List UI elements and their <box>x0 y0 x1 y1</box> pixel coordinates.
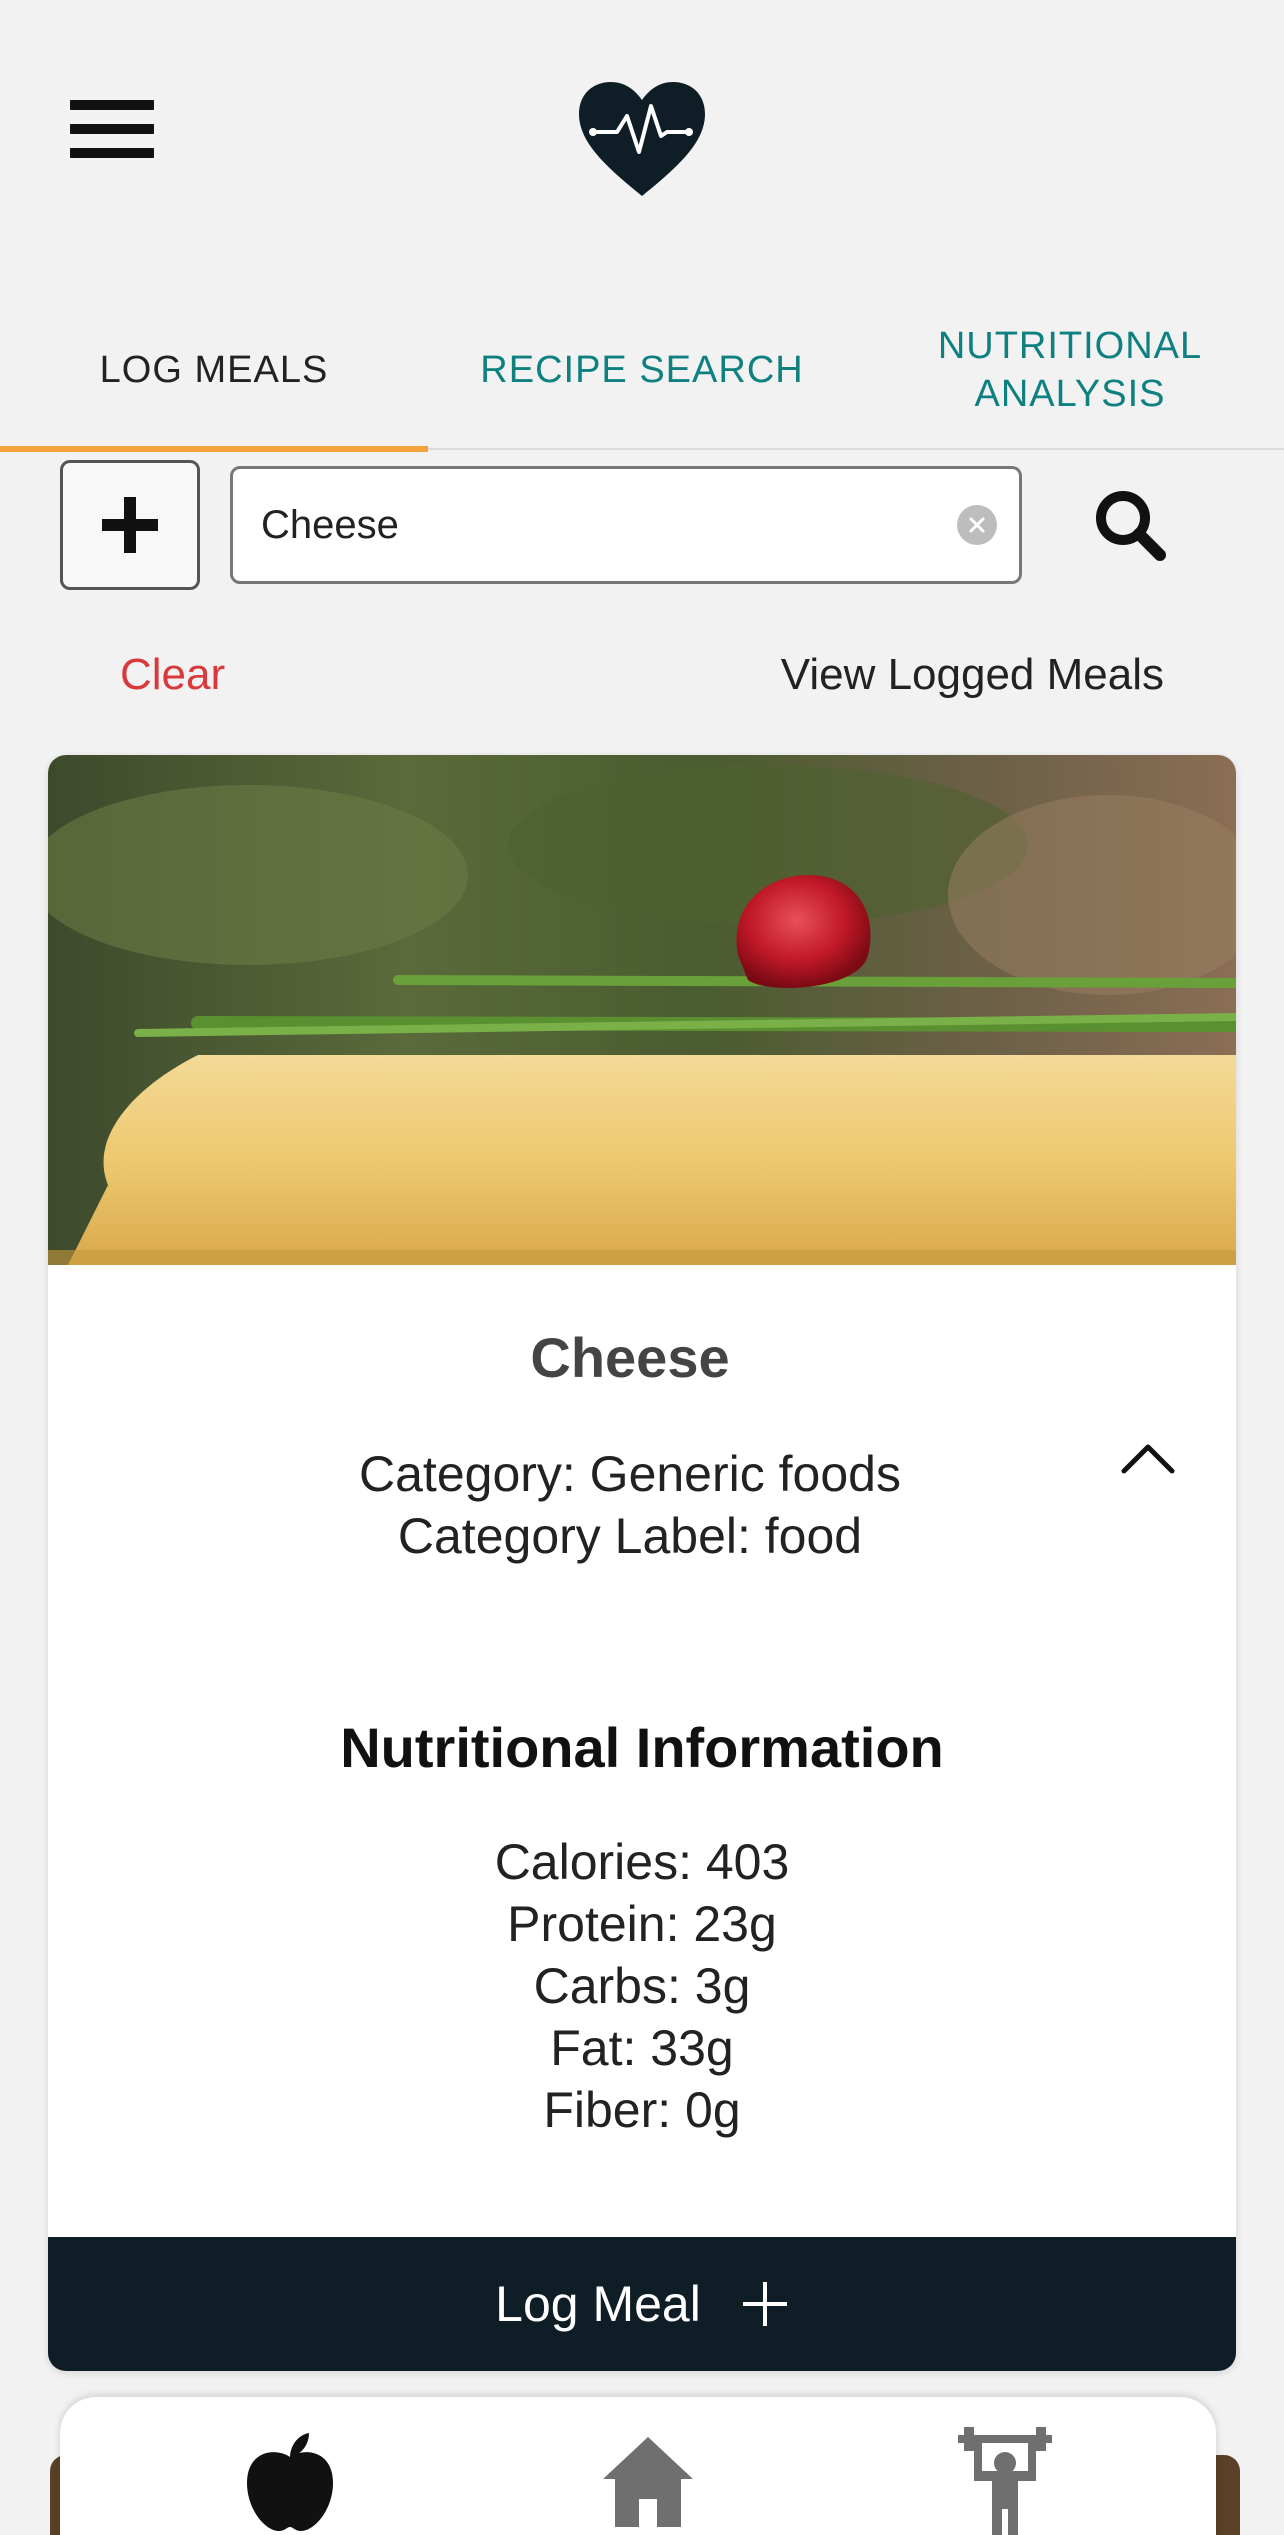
view-logged-meals-link[interactable]: View Logged Meals <box>781 650 1164 700</box>
add-food-button[interactable] <box>60 460 200 590</box>
nutrition-heading: Nutritional Information <box>340 1716 944 1779</box>
log-meal-label: Log Meal <box>495 2276 701 2332</box>
tab-bar: LOG MEALS RECIPE SEARCH NUTRITIONAL ANAL… <box>0 290 1284 452</box>
search-input[interactable] <box>261 469 941 581</box>
nutrition-carbs: Carbs: 3g <box>533 1958 751 2014</box>
food-title: Cheese <box>530 1326 730 1389</box>
home-icon[interactable] <box>593 2427 703 2535</box>
weightlifter-icon[interactable] <box>950 2427 1060 2535</box>
search-field <box>230 466 1022 584</box>
food-category-label: Category Label: food <box>397 1508 863 1564</box>
hamburger-menu-icon[interactable] <box>70 100 154 170</box>
food-category: Category: Generic foods <box>359 1446 901 1502</box>
tab-log-meals[interactable]: LOG MEALS <box>0 290 428 452</box>
app-header <box>0 0 1284 280</box>
clear-link[interactable]: Clear <box>120 650 225 700</box>
tab-nutritional-analysis-label: NUTRITIONAL ANALYSIS <box>937 325 1203 415</box>
page: LOG MEALS RECIPE SEARCH NUTRITIONAL ANAL… <box>0 0 1284 2535</box>
apple-icon[interactable] <box>235 2427 345 2535</box>
food-result-card: Cheese Category: Generic foods Category … <box>48 755 1236 2371</box>
nutrition-calories: Calories: 403 <box>494 1834 790 1890</box>
search-icon[interactable] <box>1090 485 1170 565</box>
tab-recipe-search[interactable]: RECIPE SEARCH <box>428 290 856 450</box>
clear-x-icon[interactable] <box>957 505 997 545</box>
log-meal-button[interactable]: Log Meal <box>48 2237 1236 2371</box>
nutrition-protein: Protein: 23g <box>507 1896 777 1952</box>
chevron-up-icon[interactable] <box>1108 1425 1188 1485</box>
tab-nutritional-analysis[interactable]: NUTRITIONAL ANALYSIS <box>856 290 1284 450</box>
bottom-nav <box>60 2397 1216 2535</box>
plus-icon <box>742 2282 787 2326</box>
nutrition-fat: Fat: 33g <box>550 2020 734 2076</box>
cheese-photo <box>48 755 1236 1265</box>
plus-icon <box>102 497 158 553</box>
heart-pulse-icon <box>579 82 705 196</box>
nutrition-fiber: Fiber: 0g <box>543 2082 741 2138</box>
